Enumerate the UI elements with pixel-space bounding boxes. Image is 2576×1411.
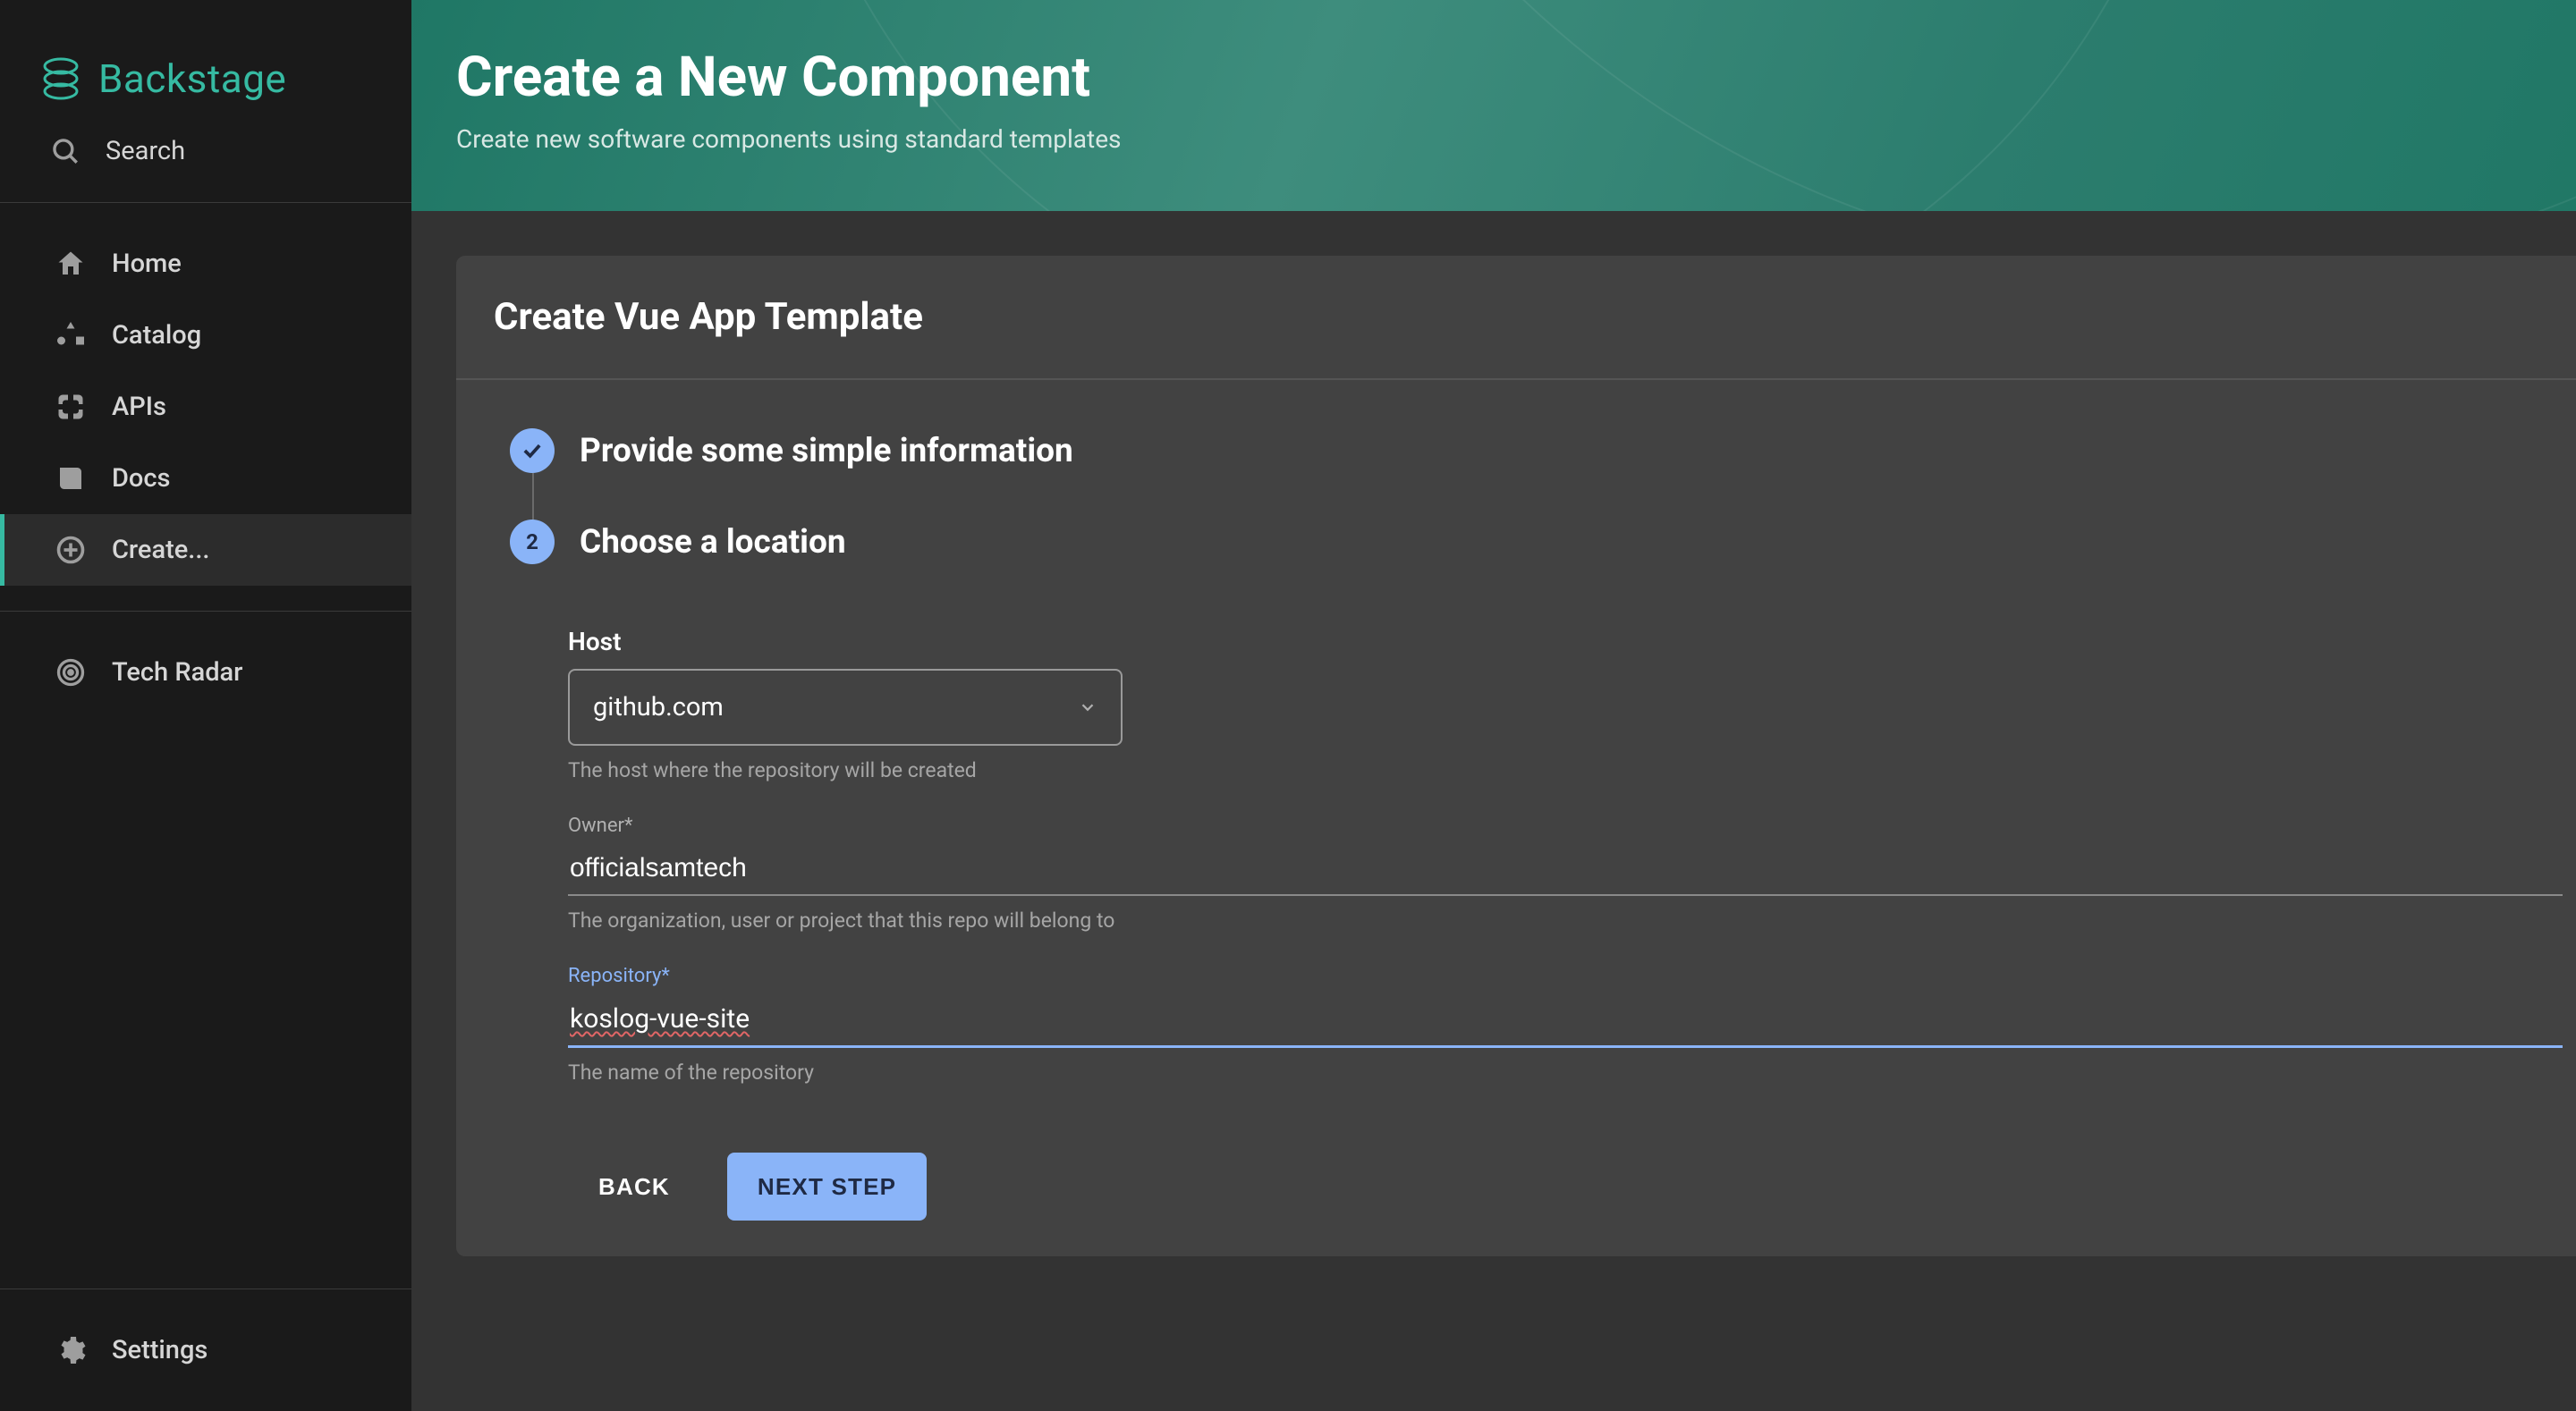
field-host: Host github.com The host where the repos… <box>568 627 2563 782</box>
search-icon <box>50 136 80 166</box>
repository-input[interactable]: koslog-vue-site <box>568 994 2563 1048</box>
host-select[interactable]: github.com <box>568 669 1123 746</box>
nav-settings-label: Settings <box>112 1335 208 1365</box>
repository-value: koslog-vue-site <box>570 1003 750 1035</box>
sidebar: Backstage Search Home Catalog APIs <box>0 0 411 1411</box>
nav-apis[interactable]: APIs <box>0 371 411 443</box>
nav-docs[interactable]: Docs <box>0 443 411 514</box>
nav-secondary: Tech Radar <box>0 612 411 733</box>
nav-settings[interactable]: Settings <box>0 1314 411 1386</box>
stepper: Provide some simple information 2 Choose… <box>510 428 2563 564</box>
card-title: Create Vue App Template <box>494 295 2576 339</box>
apis-icon <box>55 391 87 423</box>
host-label: Host <box>568 627 2563 656</box>
nav-home-label: Home <box>112 249 182 279</box>
step-2[interactable]: 2 Choose a location <box>510 520 2563 564</box>
repository-label: Repository* <box>568 965 2563 987</box>
form-actions: BACK NEXT STEP <box>568 1117 2563 1221</box>
search[interactable]: Search <box>0 136 411 202</box>
back-button[interactable]: BACK <box>568 1153 700 1221</box>
nav-home[interactable]: Home <box>0 228 411 300</box>
plus-circle-icon <box>55 534 87 566</box>
nav-catalog-label: Catalog <box>112 320 201 351</box>
nav-catalog[interactable]: Catalog <box>0 300 411 371</box>
nav-primary: Home Catalog APIs Docs Create... <box>0 203 411 611</box>
nav-create[interactable]: Create... <box>0 514 411 586</box>
owner-input[interactable] <box>568 844 2563 896</box>
step-1[interactable]: Provide some simple information <box>510 428 2563 473</box>
brand[interactable]: Backstage <box>0 0 411 136</box>
check-icon <box>520 438 545 463</box>
nav-docs-label: Docs <box>112 463 170 494</box>
radar-icon <box>55 656 87 689</box>
step-2-title: Choose a location <box>580 523 846 562</box>
home-icon <box>55 248 87 280</box>
field-owner: Owner* The organization, user or project… <box>568 815 2563 933</box>
host-help: The host where the repository will be cr… <box>568 758 2563 782</box>
page-header: Create a New Component Create new softwa… <box>411 0 2576 211</box>
nav-create-label: Create... <box>112 535 209 565</box>
host-value: github.com <box>593 692 724 722</box>
nav-techradar-label: Tech Radar <box>112 657 242 688</box>
gear-icon <box>55 1334 87 1366</box>
main: Create a New Component Create new softwa… <box>411 0 2576 1411</box>
backstage-logo-icon <box>39 54 82 104</box>
field-repository: Repository* koslog-vue-site The name of … <box>568 965 2563 1085</box>
card-header: Create Vue App Template <box>456 256 2576 380</box>
template-card: Create Vue App Template Provide some sim… <box>456 256 2576 1256</box>
form: Host github.com The host where the repos… <box>510 573 2563 1221</box>
next-step-button[interactable]: NEXT STEP <box>727 1153 927 1221</box>
step-1-indicator <box>510 428 555 473</box>
catalog-icon <box>55 319 87 351</box>
step-connector <box>532 473 534 520</box>
brand-name: Backstage <box>98 55 286 102</box>
owner-label: Owner* <box>568 815 2563 837</box>
step-2-indicator: 2 <box>510 520 555 564</box>
search-label: Search <box>106 136 185 166</box>
chevron-down-icon <box>1078 697 1097 717</box>
nav-apis-label: APIs <box>112 392 166 422</box>
repository-help: The name of the repository <box>568 1060 2563 1085</box>
docs-icon <box>55 462 87 494</box>
owner-help: The organization, user or project that t… <box>568 908 2563 933</box>
nav-techradar[interactable]: Tech Radar <box>0 637 411 708</box>
page-title: Create a New Component <box>456 45 2576 110</box>
page-subtitle: Create new software components using sta… <box>456 124 2576 154</box>
step-1-title: Provide some simple information <box>580 432 1073 470</box>
